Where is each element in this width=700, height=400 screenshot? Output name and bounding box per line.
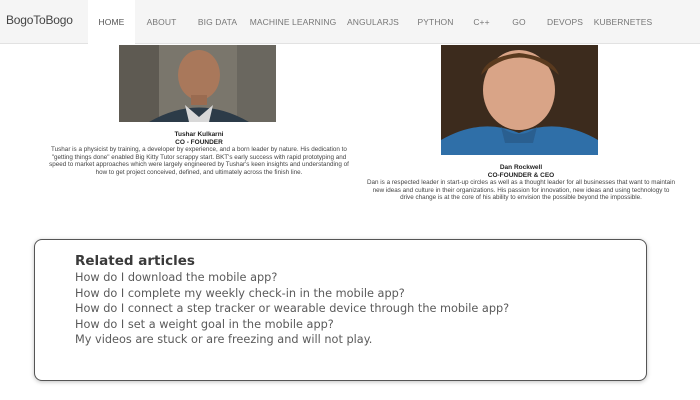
nav-item-home[interactable]: HOME (88, 0, 135, 44)
related-article-link[interactable]: How do I set a weight goal in the mobile… (75, 318, 620, 332)
founder-bio-text: Tushar is a physicist by training, a dev… (49, 146, 349, 176)
related-article-link[interactable]: How do I connect a step tracker or weara… (75, 303, 620, 316)
nav-item-cpp[interactable]: C++ (464, 0, 499, 44)
nav-item-big-data[interactable]: BIG DATA (188, 0, 247, 44)
nav-item-python[interactable]: PYTHON (407, 0, 464, 44)
nav-item-machine-learning[interactable]: MACHINE LEARNING (247, 0, 339, 44)
founder-name: Tushar Kulkarni (174, 131, 224, 138)
related-article-link[interactable]: How do I complete my weekly check-in in … (75, 287, 620, 301)
related-article-link[interactable]: My videos are stuck or are freezing and … (75, 334, 620, 347)
related-article-link[interactable]: How do I download the mobile app? (75, 271, 620, 285)
founder-name: Dan Rockwell (499, 164, 543, 171)
related-articles-title: Related articles (75, 253, 195, 269)
main-nav: HOME ABOUT BIG DATA MACHINE LEARNING ANG… (88, 0, 655, 44)
founder-role: CO - FOUNDER (175, 138, 223, 146)
dan-photo (441, 45, 598, 155)
dan-bio: Dan Rockwell CO-FOUNDER & CEO Dan is a r… (366, 164, 676, 202)
nav-item-angularjs[interactable]: ANGULARJS (339, 0, 407, 44)
nav-item-go[interactable]: GO (499, 0, 539, 44)
tushar-photo (119, 45, 276, 122)
nav-item-devops[interactable]: DEVOPS (539, 0, 591, 44)
tushar-bio: Tushar Kulkarni CO - FOUNDER Tushar is a… (44, 131, 354, 177)
brand-logo[interactable]: BogoToBogo (0, 0, 88, 44)
top-navbar: BogoToBogo HOME ABOUT BIG DATA MACHINE L… (0, 0, 700, 44)
related-articles-card: Related articles How do I download the m… (34, 239, 647, 381)
founder-role: CO-FOUNDER & CEO (487, 171, 555, 179)
nav-item-about[interactable]: ABOUT (135, 0, 188, 44)
founder-bio-text: Dan is a respected leader in start-up ci… (366, 179, 675, 202)
nav-item-kubernetes[interactable]: KUBERNETES (591, 0, 655, 44)
